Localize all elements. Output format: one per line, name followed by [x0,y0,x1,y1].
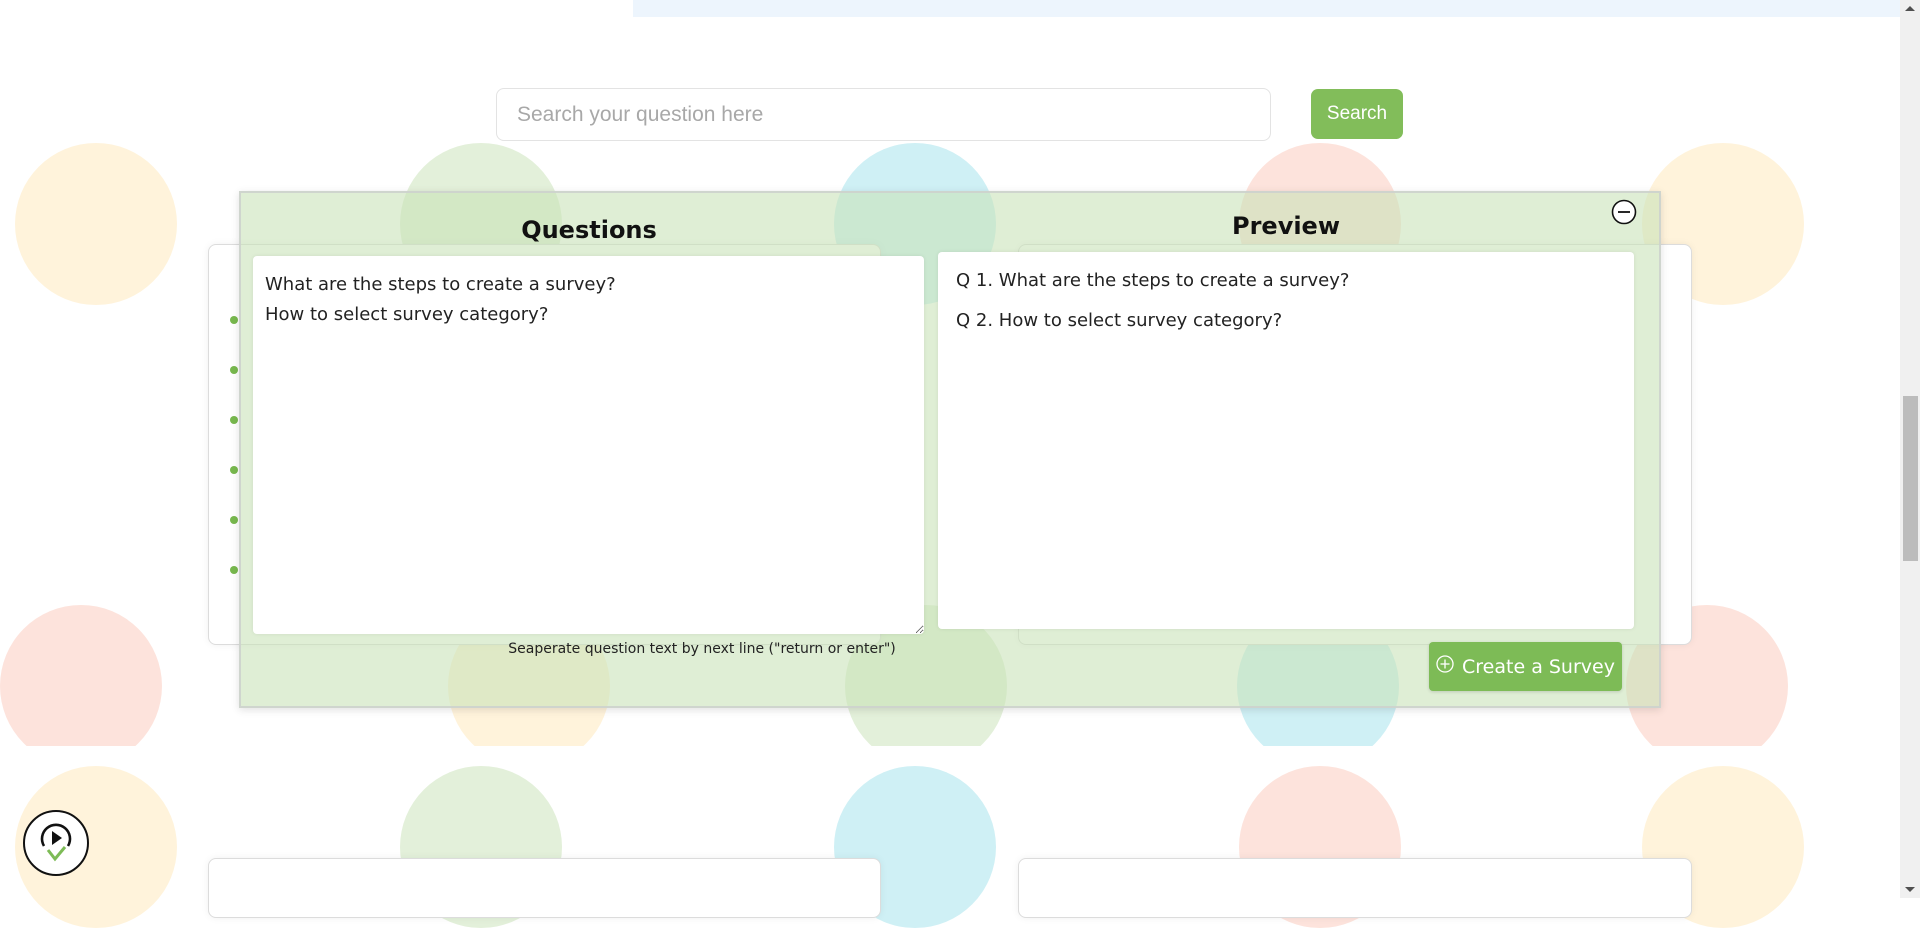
list-bullet [230,316,238,324]
faq-card-left-bottom [208,858,881,918]
list-bullet [230,366,238,374]
play-check-logo-icon [25,823,87,878]
decor-circle [15,143,177,305]
list-bullet [230,416,238,424]
plus-circle-icon [1436,655,1454,678]
scroll-up-arrow-icon[interactable] [1905,6,1915,11]
list-bullet [230,466,238,474]
create-survey-label: Create a Survey [1462,655,1615,678]
preview-question: Q 2. How to select survey category? [956,310,1283,331]
preview-question: Q 1. What are the steps to create a surv… [956,270,1350,291]
scroll-down-arrow-icon[interactable] [1905,887,1915,892]
scroll-thumb[interactable] [1903,396,1918,561]
minus-circle-icon [1611,199,1637,229]
app-logo-button[interactable] [23,810,89,876]
collapse-panel-button[interactable] [1611,199,1637,225]
textarea-hint: Seaperate question text by next line ("r… [508,641,896,657]
list-bullet [230,566,238,574]
list-bullet [230,516,238,524]
search-input[interactable] [496,88,1271,141]
top-banner-strip [633,0,1900,17]
preview-box: Q 1. What are the steps to create a surv… [938,252,1634,629]
search-button[interactable]: Search [1311,89,1403,139]
preview-title: Preview [1231,212,1341,240]
create-survey-button[interactable]: Create a Survey [1429,642,1622,691]
page-scrollbar[interactable] [1900,0,1920,898]
questions-title: Questions [521,216,657,244]
questions-textarea[interactable] [253,256,924,634]
faq-card-right-bottom [1018,858,1692,918]
decor-circle [0,605,162,746]
